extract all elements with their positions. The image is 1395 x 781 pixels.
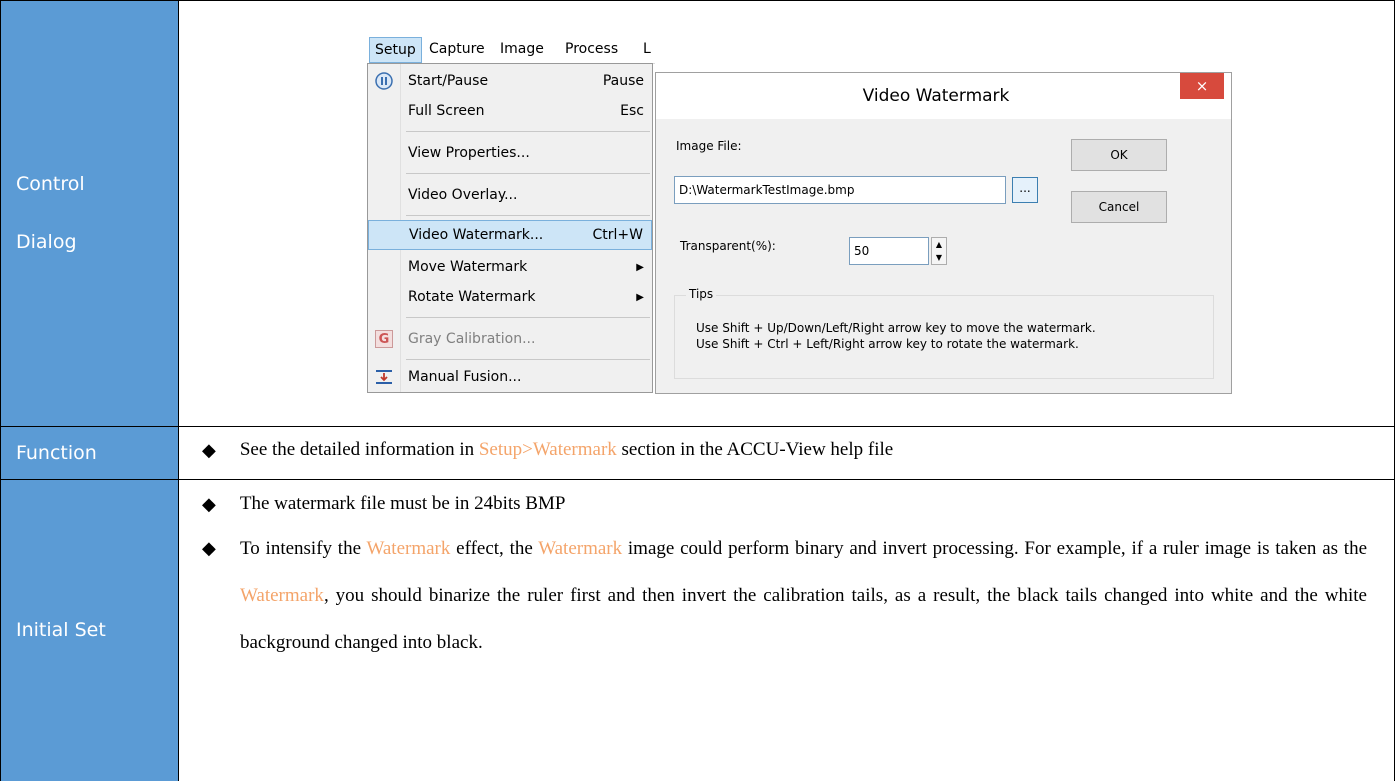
menu-item-gray-calibration[interactable]: G Gray Calibration...: [368, 324, 652, 354]
initial-set-bullet-1: ◆ The watermark file must be in 24bits B…: [202, 493, 565, 515]
menu-separator: [406, 131, 650, 132]
table-border-top: [0, 0, 1395, 1]
function-text-after: section in the ACCU-View help file: [621, 439, 894, 460]
cancel-button[interactable]: Cancel: [1071, 191, 1167, 223]
menu-item-rotate-watermark[interactable]: Rotate Watermark ▶: [368, 282, 652, 312]
tip-line-2: Use Shift + Ctrl + Left/Right arrow key …: [696, 337, 1079, 351]
fusion-icon: [376, 370, 392, 384]
menu-separator: [406, 215, 650, 216]
menubar-process[interactable]: Process: [565, 41, 618, 57]
initial-set-bullet1-text: The watermark file must be in 24bits BMP: [239, 493, 566, 514]
menu-item-label: Manual Fusion...: [408, 369, 522, 385]
menu-item-label: Video Watermark...: [409, 227, 544, 243]
menu-item-label: Gray Calibration...: [408, 331, 536, 347]
menubar-more[interactable]: L: [643, 41, 651, 57]
dialog-title-bar: Video Watermark ×: [656, 73, 1231, 119]
initial-set-row: Initial Set ◆ The watermark file must be…: [0, 479, 1395, 781]
function-row: Function ◆ See the detailed information …: [0, 426, 1395, 479]
tip-line-1: Use Shift + Up/Down/Left/Right arrow key…: [696, 321, 1096, 335]
menu-item-shortcut: Esc: [620, 103, 644, 119]
menu-item-label: Start/Pause: [408, 73, 489, 89]
para-highlight-1: Watermark: [366, 538, 451, 559]
pause-icon: [375, 72, 393, 90]
submenu-arrow-icon: ▶: [636, 261, 644, 273]
tips-label: Tips: [686, 287, 717, 301]
menu-separator: [406, 359, 650, 360]
image-file-label: Image File:: [676, 139, 742, 153]
transparent-label: Transparent(%):: [680, 239, 776, 253]
stepper-up-icon[interactable]: ▲: [932, 238, 946, 251]
table-border-left: [0, 0, 1, 781]
menu-item-shortcut: Pause: [602, 73, 644, 89]
setup-menu-screenshot: Setup Capture Image Process L Start/Paus…: [367, 37, 655, 394]
function-text-before: See the detailed information in: [239, 439, 475, 460]
function-highlight: Setup>Watermark: [478, 439, 617, 460]
menu-item-label: View Properties...: [408, 145, 530, 161]
menubar-image[interactable]: Image: [500, 41, 544, 57]
stepper-down-icon[interactable]: ▼: [932, 251, 946, 264]
control-dialog-label: Control Dialog: [0, 0, 178, 426]
video-watermark-dialog: Video Watermark × Image File: D:\Waterma…: [655, 72, 1232, 394]
diamond-bullet-icon: ◆: [202, 538, 216, 559]
ok-button[interactable]: OK: [1071, 139, 1167, 171]
initial-set-content: ◆ The watermark file must be in 24bits B…: [178, 479, 1395, 781]
close-icon[interactable]: ×: [1180, 73, 1224, 99]
menu-item-move-watermark[interactable]: Move Watermark ▶: [368, 252, 652, 282]
image-file-input[interactable]: D:\WatermarkTestImage.bmp: [674, 176, 1006, 204]
table-column-divider: [178, 0, 179, 781]
initial-set-label: Initial Set: [0, 479, 178, 781]
para-highlight-3: Watermark: [240, 585, 324, 606]
transparent-stepper[interactable]: ▲ ▼: [931, 237, 947, 265]
menubar-capture[interactable]: Capture: [429, 41, 485, 57]
browse-button[interactable]: ...: [1012, 177, 1038, 203]
menu-item-view-properties[interactable]: View Properties...: [368, 138, 652, 168]
submenu-arrow-icon: ▶: [636, 291, 644, 303]
menu-item-video-overlay[interactable]: Video Overlay...: [368, 180, 652, 210]
menu-item-label: Full Screen: [408, 103, 485, 119]
table-divider-2: [0, 479, 1395, 480]
dialog-title: Video Watermark: [862, 86, 1010, 106]
menubar-setup[interactable]: Setup: [369, 37, 422, 63]
menu-item-full-screen[interactable]: Full Screen Esc: [368, 96, 652, 126]
menu-item-label: Rotate Watermark: [408, 289, 536, 305]
menu-separator: [406, 317, 650, 318]
menu-item-shortcut: Ctrl+W: [592, 227, 643, 243]
menu-item-video-watermark[interactable]: Video Watermark... Ctrl+W: [368, 220, 652, 250]
para-text-2: effect, the: [450, 538, 539, 559]
para-text-1: To intensify the: [240, 538, 367, 559]
menu-item-manual-fusion[interactable]: Manual Fusion...: [368, 362, 652, 392]
transparent-input[interactable]: 50: [849, 237, 929, 265]
function-content: ◆ See the detailed information in Setup>…: [178, 426, 1395, 479]
setup-dropdown-menu: Start/Pause Pause Full Screen Esc View P…: [367, 63, 653, 393]
para-highlight-2: Watermark: [538, 538, 623, 559]
menu-item-label: Video Overlay...: [408, 187, 518, 203]
menu-item-start-pause[interactable]: Start/Pause Pause: [368, 66, 652, 96]
control-dialog-label-line1: Control: [16, 173, 85, 195]
function-bullet: ◆ See the detailed information in Setup>…: [202, 439, 893, 461]
initial-set-paragraph: To intensify the Watermark effect, the W…: [240, 525, 1367, 666]
function-label: Function: [0, 426, 178, 479]
para-text-4: , you should binarize the ruler first an…: [240, 585, 1367, 653]
menu-item-label: Move Watermark: [408, 259, 528, 275]
diamond-bullet-icon: ◆: [202, 439, 216, 461]
gray-calibration-icon: G: [375, 330, 393, 348]
para-text-3: image could perform binary and invert pr…: [622, 538, 1367, 559]
menu-separator: [406, 173, 650, 174]
menubar: Setup Capture Image Process L: [367, 37, 655, 64]
control-dialog-label-line2: Dialog: [16, 231, 77, 253]
table-divider-1: [0, 426, 1395, 427]
diamond-bullet-icon: ◆: [202, 493, 216, 515]
